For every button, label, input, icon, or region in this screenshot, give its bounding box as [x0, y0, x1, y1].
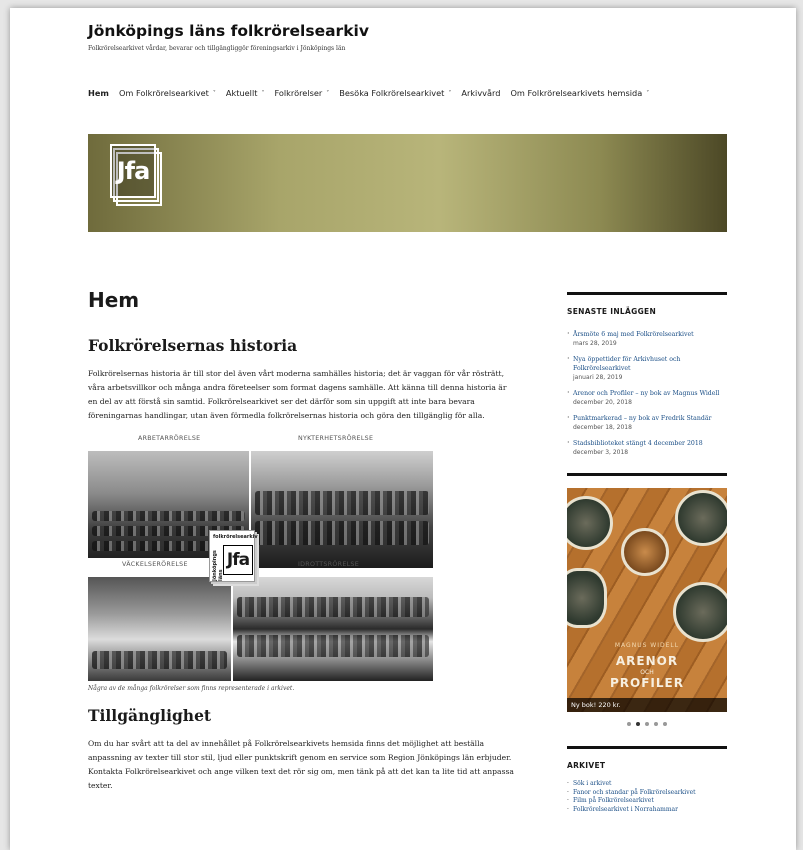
nav-item-4[interactable]: Besöka Folkrörelsearkivet ˅ [339, 88, 451, 98]
photo-vackelserorelse [88, 577, 231, 681]
chevron-down-icon[interactable]: ˅ [261, 90, 264, 97]
photo-group [255, 491, 429, 515]
photo-group [255, 521, 429, 545]
nav-item-label: Arkivvård [461, 88, 501, 98]
nav-item-0[interactable]: Hem [88, 88, 109, 98]
caption-nykterhetsrorelse: NYKTERHETSRÖRELSE [298, 435, 374, 442]
collage-logo-top: folkrörelsearkiv [213, 534, 258, 540]
book-ad-slide[interactable]: MAGNUS WIDELL ARENOR OCH PROFILER Ny bok… [567, 488, 727, 712]
slider-dot[interactable] [654, 722, 658, 726]
slider-dot[interactable] [636, 722, 640, 726]
page: Jönköpings läns folkrörelsearkiv Folkrör… [10, 8, 796, 850]
sidebar: SENASTE INLÄGGEN Årsmöte 6 maj med Folkr… [567, 292, 727, 814]
ad-photo-circle [675, 490, 727, 546]
slider-dot[interactable] [627, 722, 631, 726]
photo-crowd [92, 511, 245, 521]
photo-team [237, 635, 429, 657]
chevron-down-icon[interactable]: ˅ [448, 90, 451, 97]
chevron-down-icon[interactable]: ˅ [646, 90, 649, 97]
ad-photo-circle [567, 568, 607, 628]
archive-link[interactable]: Fanor och standar på Folkrörelsearkivet [567, 789, 727, 798]
archive-links: Sök i arkivetFanor och standar på Folkrö… [567, 780, 727, 814]
recent-posts-list: Årsmöte 6 maj med Folkrörelsearkivetmars… [567, 329, 727, 457]
ad-photo-circle [621, 528, 669, 576]
slider-dots [567, 722, 727, 726]
nav-item-label: Besöka Folkrörelsearkivet [339, 88, 445, 98]
chevron-down-icon[interactable]: ˅ [326, 90, 329, 97]
caption-idrottsrorelse: IDROTTSRÖRELSE [298, 561, 359, 568]
ad-photo-circle [567, 496, 613, 550]
ad-author: MAGNUS WIDELL [614, 642, 680, 649]
nav-item-6[interactable]: Om Folkrörelsearkivets hemsida ˅ [510, 88, 649, 98]
widget-divider [567, 292, 727, 295]
ad-photo-circle [673, 582, 727, 642]
jfa-logo: Jfa [110, 144, 162, 206]
recent-post-date: december 3, 2018 [573, 449, 629, 456]
nav-item-1[interactable]: Om Folkrörelsearkivet ˅ [119, 88, 216, 98]
recent-post-link[interactable]: Nya öppettider för Arkivhuset och Folkrö… [573, 355, 727, 373]
recent-post-link[interactable]: Punktmarkerad – ny bok av Fredrik Standä… [573, 414, 727, 423]
caption-vackelserorelse: VÄCKELSERÖRELSE [122, 561, 188, 568]
photo-congregation [92, 651, 227, 669]
recent-post-date: januari 28, 2019 [573, 374, 623, 381]
ad-title-2: PROFILER [610, 676, 684, 690]
accessibility-paragraph: Om du har svårt att ta del av innehållet… [88, 739, 514, 790]
nav-item-3[interactable]: Folkrörelser ˅ [274, 88, 329, 98]
logo-mark: Jfa [110, 144, 156, 198]
nav-item-2[interactable]: Aktuellt ˅ [226, 88, 265, 98]
section-heading-history: Folkrörelsernas historia [88, 336, 298, 355]
recent-post-link[interactable]: Stadsbiblioteket stängt 4 december 2018 [573, 439, 727, 448]
recent-post-item: Arenor och Profiler – ny bok av Magnus W… [567, 388, 727, 407]
collage-logo: folkrörelsearkiv Jönköpings läns Jfa [209, 530, 258, 582]
main-content: Hem Folkrörelsernas historia Folkrörelse… [88, 288, 518, 805]
site-description: Folkrörelsearkivet vårdar, bevarar och t… [88, 45, 346, 52]
caption-arbetarrorelse: ARBETARRÖRELSE [138, 435, 201, 442]
recent-post-item: Stadsbiblioteket stängt 4 december 2018d… [567, 438, 727, 457]
chevron-down-icon[interactable]: ˅ [213, 90, 216, 97]
recent-post-link[interactable]: Arenor och Profiler – ny bok av Magnus W… [573, 389, 727, 398]
nav-item-label: Folkrörelser [274, 88, 323, 98]
header-image[interactable]: Jfa [88, 134, 727, 232]
widget-divider [567, 746, 727, 749]
archive-title: ARKIVET [567, 761, 606, 770]
recent-post-date: mars 28, 2019 [573, 340, 617, 347]
ad-title-1: ARENOR [615, 654, 679, 668]
photo-idrottsrorelse [233, 577, 433, 681]
photo-nykterhetsrorelse [251, 451, 433, 568]
history-paragraph: Folkrörelsernas historia är till stor de… [88, 369, 507, 420]
recent-post-item: Punktmarkerad – ny bok av Fredrik Standä… [567, 413, 727, 432]
nav-item-label: Hem [88, 88, 109, 98]
site-title[interactable]: Jönköpings läns folkrörelsearkiv [88, 22, 369, 40]
archive-link[interactable]: Sök i arkivet [567, 780, 727, 789]
nav-item-label: Om Folkrörelsearkivets hemsida [510, 88, 643, 98]
recent-post-item: Årsmöte 6 maj med Folkrörelsearkivetmars… [567, 329, 727, 348]
ad-price-banner: Ny bok! 220 kr. [567, 698, 727, 712]
collage-logo-mark: Jfa [223, 545, 253, 575]
nav-item-5[interactable]: Arkivvård [461, 88, 500, 98]
handwriting-decoration [197, 134, 202, 153]
archive-link[interactable]: Folkrörelsearkivet i Norrahammar [567, 806, 727, 815]
nav-item-label: Om Folkrörelsearkivet [118, 88, 209, 98]
archive-link[interactable]: Film på Folkrörelsearkivet [567, 797, 727, 806]
ad-title-and: OCH [640, 669, 654, 676]
recent-post-item: Nya öppettider för Arkivhuset och Folkrö… [567, 354, 727, 382]
recent-post-link[interactable]: Årsmöte 6 maj med Folkrörelsearkivet [573, 330, 727, 339]
movements-collage[interactable]: ARBETARRÖRELSE NYKTERHETSRÖRELSE VÄCKELS… [88, 435, 433, 681]
section-heading-accessibility: Tillgänglighet [88, 706, 212, 725]
nav-item-label: Aktuellt [225, 88, 258, 98]
slider-dot[interactable] [645, 722, 649, 726]
figure-caption: Några av de många folkrörelser som finns… [88, 685, 295, 692]
recent-post-date: december 20, 2018 [573, 399, 632, 406]
main-navigation: Hem Om Folkrörelsearkivet ˅ Aktuellt ˅ Folkrö… [88, 88, 659, 98]
slider-dot[interactable] [663, 722, 667, 726]
widget-divider [567, 473, 727, 476]
photo-team [237, 597, 429, 617]
page-title: Hem [88, 288, 140, 312]
recent-posts-title: SENASTE INLÄGGEN [567, 307, 657, 316]
recent-post-date: december 18, 2018 [573, 424, 632, 431]
